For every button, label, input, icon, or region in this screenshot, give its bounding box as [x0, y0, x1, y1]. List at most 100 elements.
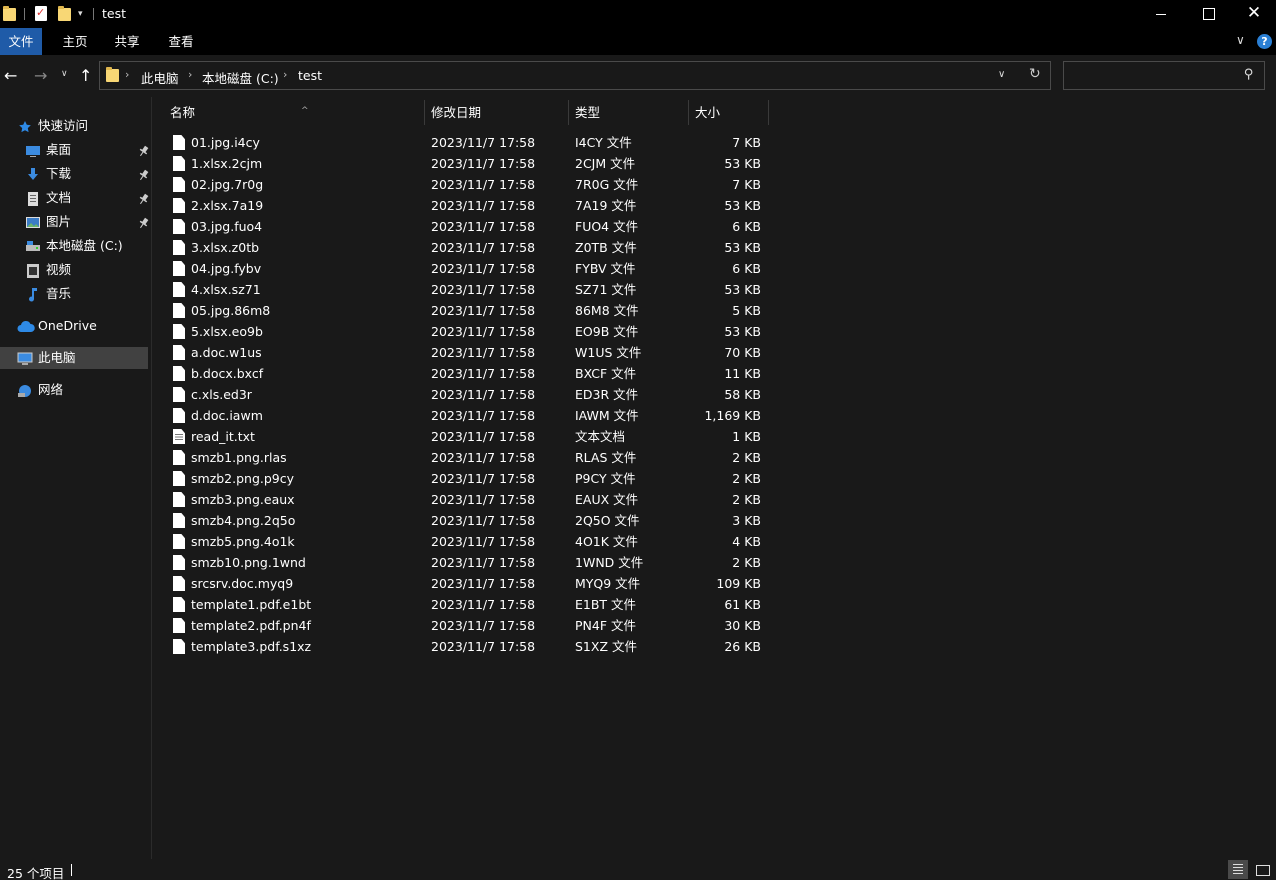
file-row[interactable]: 1.xlsx.2cjm 2023/11/7 17:58 2CJM 文件 53 KB [166, 153, 768, 174]
sidebar-item[interactable]: 图片 [0, 211, 149, 233]
customize-toolbar-icon[interactable]: ▾ [78, 9, 83, 19]
sidebar-item[interactable]: 快速访问 [0, 115, 148, 137]
tab-file[interactable]: 文件 [0, 28, 42, 55]
up-button[interactable]: ↑ [79, 66, 92, 85]
file-row[interactable]: d.doc.iawm 2023/11/7 17:58 IAWM 文件 1,169 KB [166, 405, 768, 426]
close-button[interactable]: ✕ [1231, 0, 1276, 28]
column-header-date[interactable]: 修改日期 [425, 100, 569, 125]
file-name: 02.jpg.7r0g [191, 177, 264, 192]
file-row[interactable]: smzb1.png.rlas 2023/11/7 17:58 RLAS 文件 2 KB [166, 447, 768, 468]
breadcrumb-separator[interactable]: › [283, 68, 287, 81]
file-row[interactable]: c.xls.ed3r 2023/11/7 17:58 ED3R 文件 58 KB [166, 384, 768, 405]
address-bar[interactable]: › 此电脑 › 本地磁盘 (C:) › test ∨ ↻ [99, 61, 1051, 90]
file-date: 2023/11/7 17:58 [431, 576, 536, 591]
file-type: 文本文档 [575, 429, 626, 444]
large-icons-view-button[interactable] [1252, 860, 1272, 879]
sort-ascending-icon: ^ [301, 106, 309, 116]
expand-ribbon-icon[interactable]: ∨ [1236, 33, 1245, 47]
file-row[interactable]: srcsrv.doc.myq9 2023/11/7 17:58 MYQ9 文件 109… [166, 573, 768, 594]
column-header-name[interactable]: 名称 ^ [164, 100, 425, 125]
file-name: srcsrv.doc.myq9 [191, 576, 294, 591]
sidebar-item[interactable]: 文档 [0, 187, 149, 209]
properties-icon[interactable] [35, 6, 47, 21]
breadcrumb-local-disk[interactable]: 本地磁盘 (C:) [202, 68, 279, 87]
tab-home[interactable]: 主页 [52, 28, 98, 55]
file-type: 86M8 文件 [575, 303, 639, 318]
file-date: 2023/11/7 17:58 [431, 471, 536, 486]
file-row[interactable]: 2.xlsx.7a19 2023/11/7 17:58 7A19 文件 53 KB [166, 195, 768, 216]
help-icon[interactable]: ? [1257, 34, 1272, 49]
file-name: 05.jpg.86m8 [191, 303, 271, 318]
column-header-label: 大小 [695, 105, 721, 120]
file-type: 4O1K 文件 [575, 534, 638, 549]
file-row[interactable]: 02.jpg.7r0g 2023/11/7 17:58 7R0G 文件 7 KB [166, 174, 768, 195]
file-row[interactable]: template2.pdf.pn4f 2023/11/7 17:58 PN4F 文件… [166, 615, 768, 636]
tab-share[interactable]: 共享 [104, 28, 150, 55]
details-view-button[interactable] [1228, 860, 1248, 879]
file-row[interactable]: 05.jpg.86m8 2023/11/7 17:58 86M8 文件 5 KB [166, 300, 768, 321]
file-row[interactable]: read_it.txt 2023/11/7 17:58 文本文档 1 KB [166, 426, 768, 447]
breadcrumb-separator[interactable]: › [188, 68, 192, 81]
sidebar-item[interactable]: 此电脑 [0, 347, 148, 369]
sidebar-item[interactable]: 网络 [0, 379, 148, 401]
download-icon [25, 167, 41, 181]
file-size: 5 KB [732, 303, 761, 318]
file-row[interactable]: 4.xlsx.sz71 2023/11/7 17:58 SZ71 文件 53 KB [166, 279, 768, 300]
breadcrumb-test[interactable]: test [298, 68, 322, 83]
breadcrumb-this-pc[interactable]: 此电脑 [141, 68, 179, 87]
file-type: FUO4 文件 [575, 219, 639, 234]
file-row[interactable]: 03.jpg.fuo4 2023/11/7 17:58 FUO4 文件 6 KB [166, 216, 768, 237]
minimize-button[interactable] [1138, 0, 1184, 28]
new-folder-icon[interactable] [58, 6, 71, 21]
maximize-button[interactable] [1185, 0, 1231, 28]
file-row[interactable]: b.docx.bxcf 2023/11/7 17:58 BXCF 文件 11 KB [166, 363, 768, 384]
address-dropdown-icon[interactable]: ∨ [998, 69, 1005, 80]
column-header-type[interactable]: 类型 [569, 100, 689, 125]
status-bar: 25 个项目 [0, 859, 1276, 880]
search-icon[interactable]: ⚲ [1244, 67, 1254, 82]
document-icon [25, 191, 41, 206]
file-type: MYQ9 文件 [575, 576, 641, 591]
back-button[interactable]: ← [4, 66, 17, 85]
sidebar-item[interactable]: 音乐 [0, 283, 148, 305]
file-row[interactable]: smzb4.png.2q5o 2023/11/7 17:58 2Q5O 文件 3 KB [166, 510, 768, 531]
folder-icon [106, 67, 119, 82]
tab-view[interactable]: 查看 [158, 28, 204, 55]
recent-locations-icon[interactable]: ∨ [61, 69, 68, 79]
file-row[interactable]: 5.xlsx.eo9b 2023/11/7 17:58 EO9B 文件 53 KB [166, 321, 768, 342]
file-row[interactable]: smzb5.png.4o1k 2023/11/7 17:58 4O1K 文件 4 KB [166, 531, 768, 552]
sidebar-item[interactable]: OneDrive [0, 315, 148, 337]
forward-button[interactable]: → [34, 66, 47, 85]
file-row[interactable]: template1.pdf.e1bt 2023/11/7 17:58 E1BT 文件… [166, 594, 768, 615]
file-date: 2023/11/7 17:58 [431, 387, 536, 402]
cloud-icon [17, 319, 35, 333]
sidebar-item-label: 下载 [46, 166, 72, 181]
sidebar-item[interactable]: 下载 [0, 163, 149, 185]
file-size: 2 KB [732, 492, 761, 507]
file-icon [173, 366, 185, 381]
file-type: EAUX 文件 [575, 492, 639, 507]
search-box[interactable]: ⚲ [1063, 61, 1265, 90]
file-type: RLAS 文件 [575, 450, 637, 465]
file-row[interactable]: 01.jpg.i4cy 2023/11/7 17:58 I4CY 文件 7 KB [166, 132, 768, 153]
file-row[interactable]: smzb10.png.1wnd 2023/11/7 17:58 1WND 文件 2 K… [166, 552, 768, 573]
file-row[interactable]: smzb2.png.p9cy 2023/11/7 17:58 P9CY 文件 2 KB [166, 468, 768, 489]
file-row[interactable]: 04.jpg.fybv 2023/11/7 17:58 FYBV 文件 6 KB [166, 258, 768, 279]
sidebar-item[interactable]: 本地磁盘 (C:) [0, 235, 148, 257]
file-row[interactable]: a.doc.w1us 2023/11/7 17:58 W1US 文件 70 KB [166, 342, 768, 363]
file-row[interactable]: template3.pdf.s1xz 2023/11/7 17:58 S1XZ 文件… [166, 636, 768, 657]
file-type: E1BT 文件 [575, 597, 637, 612]
file-date: 2023/11/7 17:58 [431, 597, 536, 612]
file-row[interactable]: smzb3.png.eaux 2023/11/7 17:58 EAUX 文件 2 KB [166, 489, 768, 510]
computer-icon [17, 351, 33, 365]
sidebar-item-label: 图片 [46, 214, 72, 229]
file-date: 2023/11/7 17:58 [431, 366, 536, 381]
quick-access-separator [93, 8, 94, 20]
sidebar-item[interactable]: 视频 [0, 259, 148, 281]
refresh-icon[interactable]: ↻ [1029, 66, 1041, 82]
file-icon [173, 576, 185, 591]
breadcrumb-separator[interactable]: › [125, 68, 129, 81]
sidebar-item[interactable]: 桌面 [0, 139, 149, 161]
column-header-size[interactable]: 大小 [689, 100, 769, 125]
file-row[interactable]: 3.xlsx.z0tb 2023/11/7 17:58 Z0TB 文件 53 KB [166, 237, 768, 258]
